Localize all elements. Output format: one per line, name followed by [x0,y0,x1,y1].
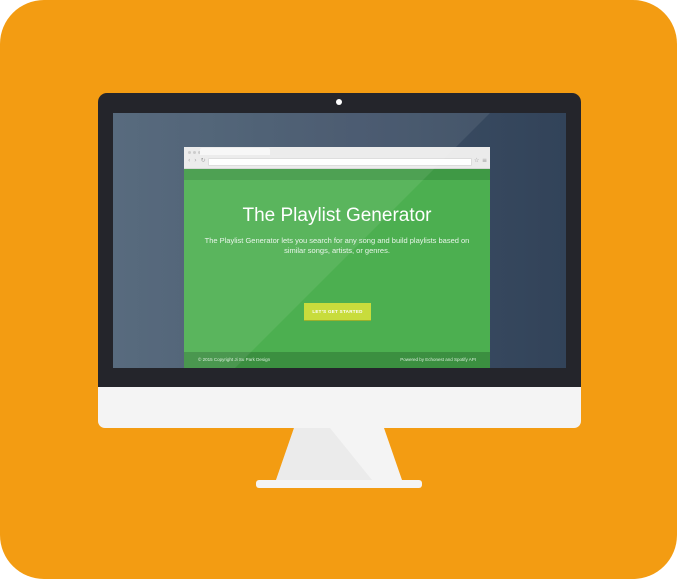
back-forward-refresh-icon[interactable]: ‹ › ↻ [188,158,207,164]
page-title: The Playlist Generator [242,205,432,226]
window-close-icon[interactable] [188,151,191,154]
site-footer: © 2015 Copyright Ji Su Park Design Power… [184,352,490,368]
menu-icon[interactable]: ≡ [482,158,487,164]
site-navbar [184,169,490,180]
browser-tab[interactable] [200,148,270,155]
copyright-text: © 2015 Copyright Ji Su Park Design [198,357,271,362]
monitor-base [256,480,422,488]
star-icon[interactable]: ☆ [474,158,479,164]
browser-toolbar: ‹ › ↻ ☆ ≡ [184,147,490,169]
get-started-button[interactable]: LET'S GET STARTED [304,303,371,320]
browser-window: ‹ › ↻ ☆ ≡ The Playlist Generator The Pla… [184,147,490,368]
monitor-chin [98,387,581,428]
camera-icon [336,99,342,105]
hero-section: The Playlist Generator The Playlist Gene… [184,180,490,352]
powered-by-text: Powered by Echonest and Spotify API [400,357,476,362]
address-bar[interactable] [208,158,472,166]
window-minimize-icon[interactable] [193,151,196,154]
hero-description: The Playlist Generator lets you search f… [204,236,470,255]
